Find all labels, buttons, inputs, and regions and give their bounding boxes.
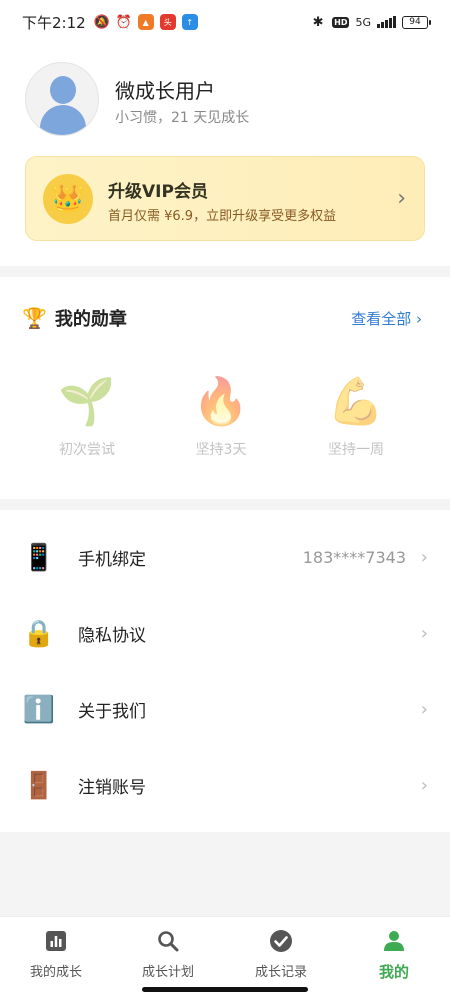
badges-header: 🏆 我的勋章	[22, 305, 127, 331]
battery-level: 94	[409, 17, 421, 27]
chevron-right-icon: ›	[420, 547, 428, 568]
flexed-biceps-icon: 💪	[327, 374, 385, 428]
badges-card: 🏆 我的勋章 查看全部 › 🌱 初次尝试 🔥 坚持3天 💪 坚持一周	[0, 277, 450, 499]
badge-label: 初次尝试	[59, 442, 115, 458]
user-name: 微成长用户	[115, 79, 215, 103]
bluetooth-icon: ✱	[312, 14, 324, 30]
home-indicator[interactable]	[142, 987, 308, 992]
menu-item-phone-binding[interactable]: 📱 手机绑定 183****7343 ›	[0, 520, 450, 595]
tab-label: 成长记录	[254, 965, 307, 980]
user-subtitle: 小习惯，21 天见成长	[115, 110, 250, 126]
news-app-icon: 头	[159, 14, 176, 30]
tab-my-growth[interactable]: 我的成长	[0, 929, 112, 980]
mobile-phone-icon: 📱	[22, 542, 56, 573]
check-circle-icon	[270, 930, 292, 952]
info-icon: ℹ️	[22, 694, 56, 725]
hd-icon: HD	[332, 16, 350, 28]
bar-chart-icon	[46, 931, 66, 951]
menu-item-label: 注销账号	[78, 778, 146, 798]
battery-icon: 94	[402, 15, 431, 29]
chevron-right-icon: ›	[420, 775, 428, 796]
alarm-icon: ⏰	[115, 14, 132, 30]
fire-icon: 🔥	[192, 374, 250, 428]
tab-label: 我的	[378, 963, 409, 981]
view-all-link[interactable]: 查看全部 ›	[351, 308, 422, 329]
tab-growth-records[interactable]: 成长记录	[225, 929, 337, 980]
menu-item-privacy[interactable]: 🔒 隐私协议 ›	[0, 596, 450, 671]
tab-mine[interactable]: 我的	[338, 929, 450, 982]
bottom-tab-bar: 我的成长 成长计划 成长记录 我的	[0, 916, 450, 1000]
menu-item-about[interactable]: ℹ️ 关于我们 ›	[0, 672, 450, 747]
badge-label: 坚持一周	[328, 442, 384, 458]
app-notification-icon: ▲	[137, 14, 154, 30]
menu-item-label: 隐私协议	[78, 626, 146, 646]
menu-item-label: 关于我们	[78, 702, 146, 722]
search-icon	[158, 931, 179, 952]
phone-number: 183****7343	[302, 548, 406, 567]
person-icon	[384, 931, 404, 951]
status-time: 下午2:12	[22, 13, 86, 32]
menu-item-delete-account[interactable]: 🚪 注销账号 ›	[0, 748, 450, 823]
settings-menu: 📱 手机绑定 183****7343 › 🔒 隐私协议 › ℹ️ 关于我们 › …	[0, 510, 450, 832]
network-type: 5G	[355, 15, 371, 29]
avatar[interactable]	[25, 62, 99, 136]
upload-app-icon: ↑	[181, 14, 198, 30]
tab-label: 我的成长	[29, 965, 82, 980]
badge-first-try[interactable]: 🌱 初次尝试	[37, 373, 137, 459]
badges-title: 我的勋章	[54, 309, 127, 330]
vip-upgrade-banner[interactable]: 👑 升级VIP会员 首月仅需 ¥6.9，立即升级享受更多权益 ›	[25, 156, 425, 241]
tab-label: 成长计划	[141, 965, 194, 980]
chevron-right-icon: ›	[420, 699, 428, 720]
tab-growth-plan[interactable]: 成长计划	[112, 929, 224, 980]
badge-three-days[interactable]: 🔥 坚持3天	[171, 373, 271, 459]
mute-icon: 🔕	[93, 14, 110, 30]
menu-item-label: 手机绑定	[78, 550, 146, 570]
badge-label: 坚持3天	[195, 442, 247, 458]
trophy-icon: 🏆	[22, 306, 47, 330]
chevron-right-icon: ›	[397, 186, 406, 211]
status-bar: 下午2:12 🔕 ⏰ ▲ 头 ↑ ✱ HD 5G 94	[0, 0, 450, 44]
lock-icon: 🔒	[22, 618, 56, 649]
vip-title: 升级VIP会员	[108, 182, 208, 202]
door-icon: 🚪	[22, 770, 56, 801]
crown-icon: 👑	[43, 174, 93, 224]
profile-card: 微成长用户 小习惯，21 天见成长 👑 升级VIP会员 首月仅需 ¥6.9，立即…	[0, 44, 450, 266]
signal-icon	[377, 16, 396, 28]
seedling-icon: 🌱	[58, 374, 116, 428]
avatar-body-icon	[40, 105, 86, 135]
badge-one-week[interactable]: 💪 坚持一周	[306, 373, 406, 459]
avatar-head-icon	[50, 76, 76, 104]
vip-subtitle: 首月仅需 ¥6.9，立即升级享受更多权益	[108, 209, 337, 224]
chevron-right-icon: ›	[420, 623, 428, 644]
